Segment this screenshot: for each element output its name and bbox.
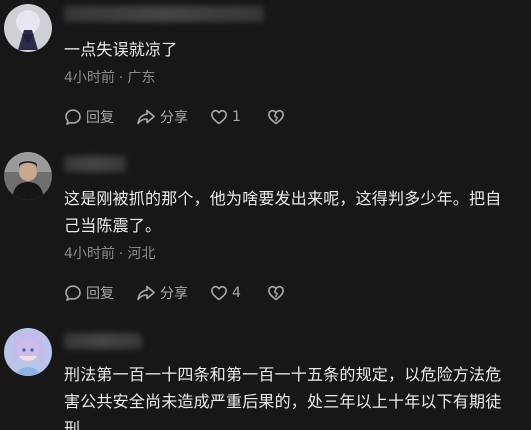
broken-heart-icon [267, 285, 284, 301]
meta-separator: · [118, 70, 124, 86]
like-button[interactable]: 4 [210, 284, 241, 302]
comment-text: 刑法第一百一十四条和第一百一十五条的规定，以危险方法危害公共安全尚未造成严重后果… [64, 365, 502, 430]
like-count: 1 [232, 109, 241, 125]
comment-time: 4小时前 [64, 246, 115, 262]
comment-text: 这是刚被抓的那个，他为啥要发出来呢，这得判多少年。把自己当陈震了。 [64, 189, 502, 235]
username-blurred[interactable] [64, 6, 264, 22]
username-blurred[interactable] [64, 156, 126, 172]
share-arrow-icon [137, 109, 155, 125]
like-count: 4 [232, 285, 241, 301]
broken-heart-icon [267, 109, 284, 125]
reply-button[interactable]: 回复 [64, 107, 114, 127]
heart-icon [211, 285, 227, 301]
comment-meta: 4小时前 · 河北 [64, 245, 155, 263]
speech-bubble-icon [65, 285, 81, 301]
comment-actions: 回复 分享 1 [64, 105, 289, 129]
share-label: 分享 [160, 110, 188, 126]
comment-meta: 4小时前 · 广东 [64, 69, 155, 87]
comment-location: 广东 [127, 70, 156, 86]
username-blurred[interactable] [64, 333, 142, 349]
reply-button[interactable]: 回复 [64, 283, 114, 303]
like-button[interactable]: 1 [210, 108, 241, 126]
avatar[interactable] [4, 4, 52, 52]
meta-separator: · [118, 246, 124, 262]
comment-text: 一点失误就凉了 [64, 40, 178, 59]
dislike-button[interactable] [267, 284, 289, 302]
speech-bubble-icon [65, 109, 81, 125]
avatar[interactable] [4, 152, 52, 200]
share-arrow-icon [137, 285, 155, 301]
reply-label: 回复 [86, 110, 114, 126]
comment-actions: 回复 分享 4 [64, 281, 289, 305]
share-button[interactable]: 分享 [136, 107, 188, 127]
heart-icon [211, 109, 227, 125]
dislike-button[interactable] [267, 108, 289, 126]
share-label: 分享 [160, 286, 188, 302]
avatar[interactable] [4, 328, 52, 376]
share-button[interactable]: 分享 [136, 283, 188, 303]
reply-label: 回复 [86, 286, 114, 302]
comment-location: 河北 [127, 246, 156, 262]
comment-time: 4小时前 [64, 70, 115, 86]
